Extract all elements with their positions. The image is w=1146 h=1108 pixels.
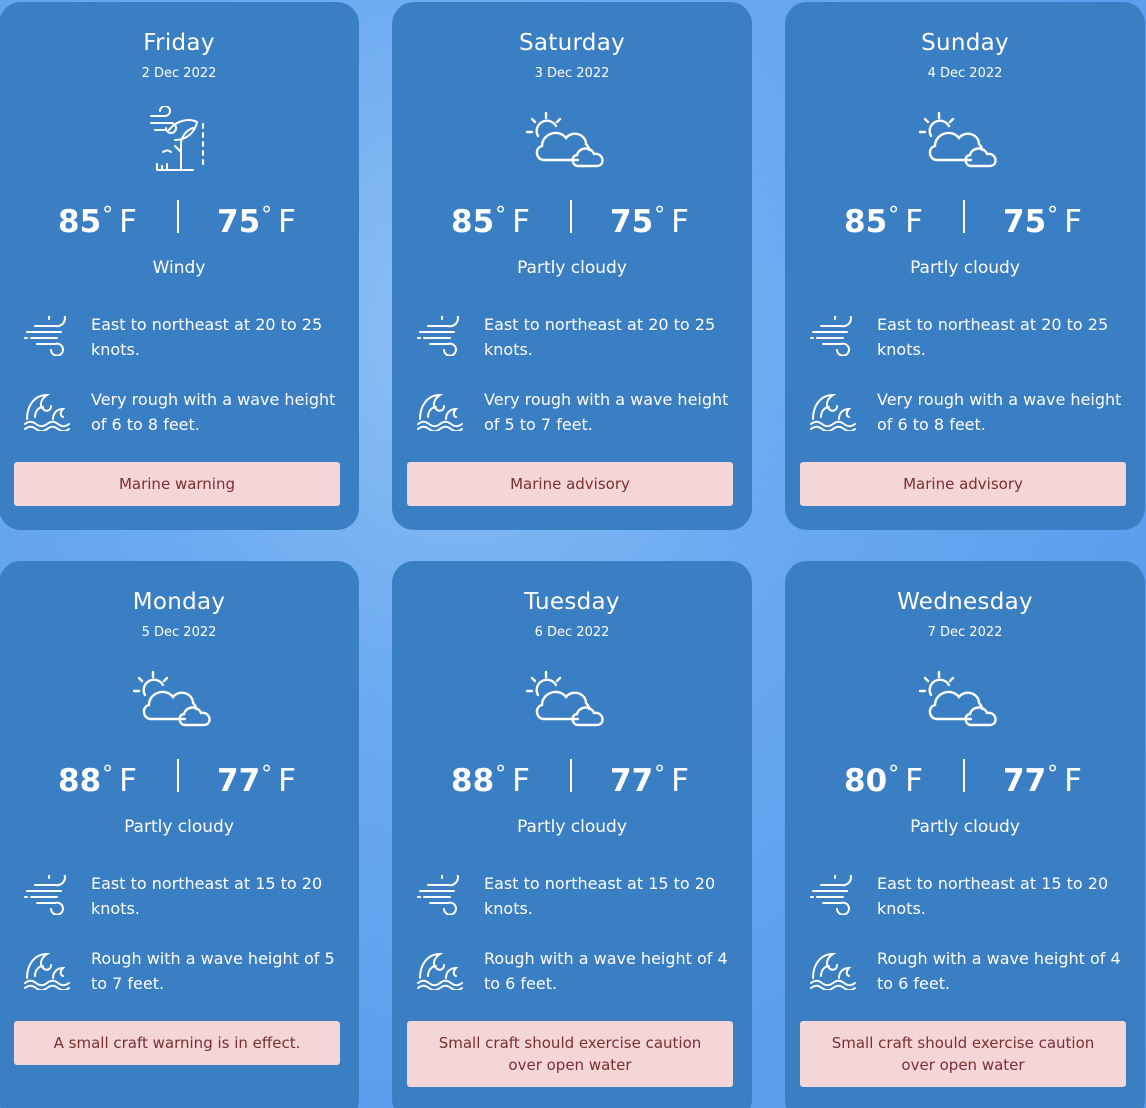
wave-row: Very rough with a wave height of 6 to 8 … — [807, 385, 1125, 439]
day-name: Sunday — [921, 30, 1009, 56]
high-temp: 88° F — [58, 762, 137, 799]
waves-icon — [810, 952, 856, 990]
forecast-grid: Friday 2 Dec 2022 85° F 75° F Windy East… — [0, 0, 1146, 1108]
wave-text: Very rough with a wave height of 6 to 8 … — [877, 390, 1122, 434]
condition-text: Windy — [152, 258, 206, 278]
wind-text: East to northeast at 15 to 20 knots. — [91, 874, 323, 918]
marine-alert-button[interactable]: A small craft warning is in effect. — [14, 1021, 340, 1065]
wave-text: Very rough with a wave height of 5 to 7 … — [484, 390, 729, 434]
partly-cloudy-icon — [525, 111, 604, 168]
temp-divider — [963, 200, 965, 233]
forecast-card-wednesday: Wednesday 7 Dec 2022 80° F 77° F Partly cl… — [785, 561, 1145, 1108]
day-name: Tuesday — [524, 589, 620, 615]
wind-text: East to northeast at 20 to 25 knots. — [91, 315, 323, 359]
day-date: 3 Dec 2022 — [534, 66, 610, 81]
high-temp: 85° F — [451, 203, 530, 240]
wave-text: Rough with a wave height of 4 to 6 feet. — [877, 949, 1121, 993]
low-temp: 77° F — [610, 762, 689, 799]
marine-alert-button[interactable]: Marine advisory — [407, 462, 733, 506]
wind-icon — [417, 316, 459, 356]
temp-divider — [570, 759, 572, 792]
day-date: 7 Dec 2022 — [927, 625, 1003, 640]
forecast-card-monday: Monday 5 Dec 2022 88° F 77° F Partly cloud… — [0, 561, 359, 1108]
waves-icon — [417, 393, 463, 431]
wind-text: East to northeast at 15 to 20 knots. — [877, 874, 1109, 918]
wind-icon — [810, 875, 852, 915]
high-temp: 88° F — [451, 762, 530, 799]
wave-row: Rough with a wave height of 4 to 6 feet. — [807, 944, 1125, 998]
partly-cloudy-icon — [525, 670, 604, 727]
day-date: 5 Dec 2022 — [141, 625, 217, 640]
forecast-card-saturday: Saturday 3 Dec 2022 85° F 75° F Partly clo… — [392, 2, 752, 530]
wind-icon — [24, 875, 66, 915]
marine-alert-button[interactable]: Small craft should exercise caution over… — [800, 1021, 1126, 1087]
partly-cloudy-icon — [918, 670, 997, 727]
wave-row: Very rough with a wave height of 5 to 7 … — [414, 385, 732, 439]
temperature-range: 88° F 77° F — [0, 755, 359, 799]
temp-divider — [177, 759, 179, 792]
waves-icon — [24, 393, 70, 431]
temp-divider — [177, 200, 179, 233]
low-temp: 75° F — [217, 203, 296, 240]
day-name: Saturday — [518, 30, 626, 56]
wind-text: East to northeast at 20 to 25 knots. — [877, 315, 1109, 359]
low-temp: 77° F — [217, 762, 296, 799]
high-temp: 85° F — [58, 203, 137, 240]
day-date: 4 Dec 2022 — [927, 66, 1003, 81]
marine-alert-button[interactable]: Marine warning — [14, 462, 340, 506]
condition-text: Partly cloudy — [124, 817, 234, 837]
day-date: 6 Dec 2022 — [534, 625, 610, 640]
wave-row: Rough with a wave height of 5 to 7 feet. — [21, 944, 339, 998]
wind-icon — [810, 316, 852, 356]
waves-icon — [417, 952, 463, 990]
wind-row: East to northeast at 15 to 20 knots. — [414, 869, 732, 923]
condition-text: Partly cloudy — [517, 817, 627, 837]
forecast-card-tuesday: Tuesday 6 Dec 2022 88° F 77° F Partly clou… — [392, 561, 752, 1108]
condition-text: Partly cloudy — [517, 258, 627, 278]
day-name: Monday — [132, 589, 226, 615]
wave-text: Rough with a wave height of 5 to 7 feet. — [91, 949, 335, 993]
wave-row: Rough with a wave height of 4 to 6 feet. — [414, 944, 732, 998]
wave-row: Very rough with a wave height of 6 to 8 … — [21, 385, 339, 439]
condition-text: Partly cloudy — [910, 258, 1020, 278]
forecast-card-sunday: Sunday 4 Dec 2022 85° F 75° F Partly cloud… — [785, 2, 1145, 530]
temperature-range: 85° F 75° F — [0, 196, 359, 240]
day-date: 2 Dec 2022 — [141, 66, 217, 81]
temperature-range: 88° F 77° F — [392, 755, 752, 799]
temperature-range: 80° F 77° F — [785, 755, 1145, 799]
wave-text: Very rough with a wave height of 6 to 8 … — [91, 390, 336, 434]
wind-text: East to northeast at 20 to 25 knots. — [484, 315, 716, 359]
marine-alert-button[interactable]: Small craft should exercise caution over… — [407, 1021, 733, 1087]
condition-text: Partly cloudy — [910, 817, 1020, 837]
partly-cloudy-icon — [918, 111, 997, 168]
temp-divider — [963, 759, 965, 792]
low-temp: 75° F — [610, 203, 689, 240]
wave-text: Rough with a wave height of 4 to 6 feet. — [484, 949, 728, 993]
waves-icon — [24, 952, 70, 990]
day-name: Friday — [143, 30, 215, 56]
low-temp: 77° F — [1003, 762, 1082, 799]
low-temp: 75° F — [1003, 203, 1082, 240]
wind-icon — [417, 875, 459, 915]
wind-row: East to northeast at 15 to 20 knots. — [807, 869, 1125, 923]
day-name: Wednesday — [897, 589, 1033, 615]
windy-icon — [150, 106, 204, 171]
partly-cloudy-icon — [132, 670, 211, 727]
wind-row: East to northeast at 20 to 25 knots. — [807, 310, 1125, 364]
wind-text: East to northeast at 15 to 20 knots. — [484, 874, 716, 918]
marine-alert-button[interactable]: Marine advisory — [800, 462, 1126, 506]
high-temp: 85° F — [844, 203, 923, 240]
wind-icon — [24, 316, 66, 356]
temperature-range: 85° F 75° F — [785, 196, 1145, 240]
forecast-card-friday: Friday 2 Dec 2022 85° F 75° F Windy East… — [0, 2, 359, 530]
wind-row: East to northeast at 15 to 20 knots. — [21, 869, 339, 923]
high-temp: 80° F — [844, 762, 923, 799]
wind-row: East to northeast at 20 to 25 knots. — [21, 310, 339, 364]
wind-row: East to northeast at 20 to 25 knots. — [414, 310, 732, 364]
temp-divider — [570, 200, 572, 233]
temperature-range: 85° F 75° F — [392, 196, 752, 240]
waves-icon — [810, 393, 856, 431]
